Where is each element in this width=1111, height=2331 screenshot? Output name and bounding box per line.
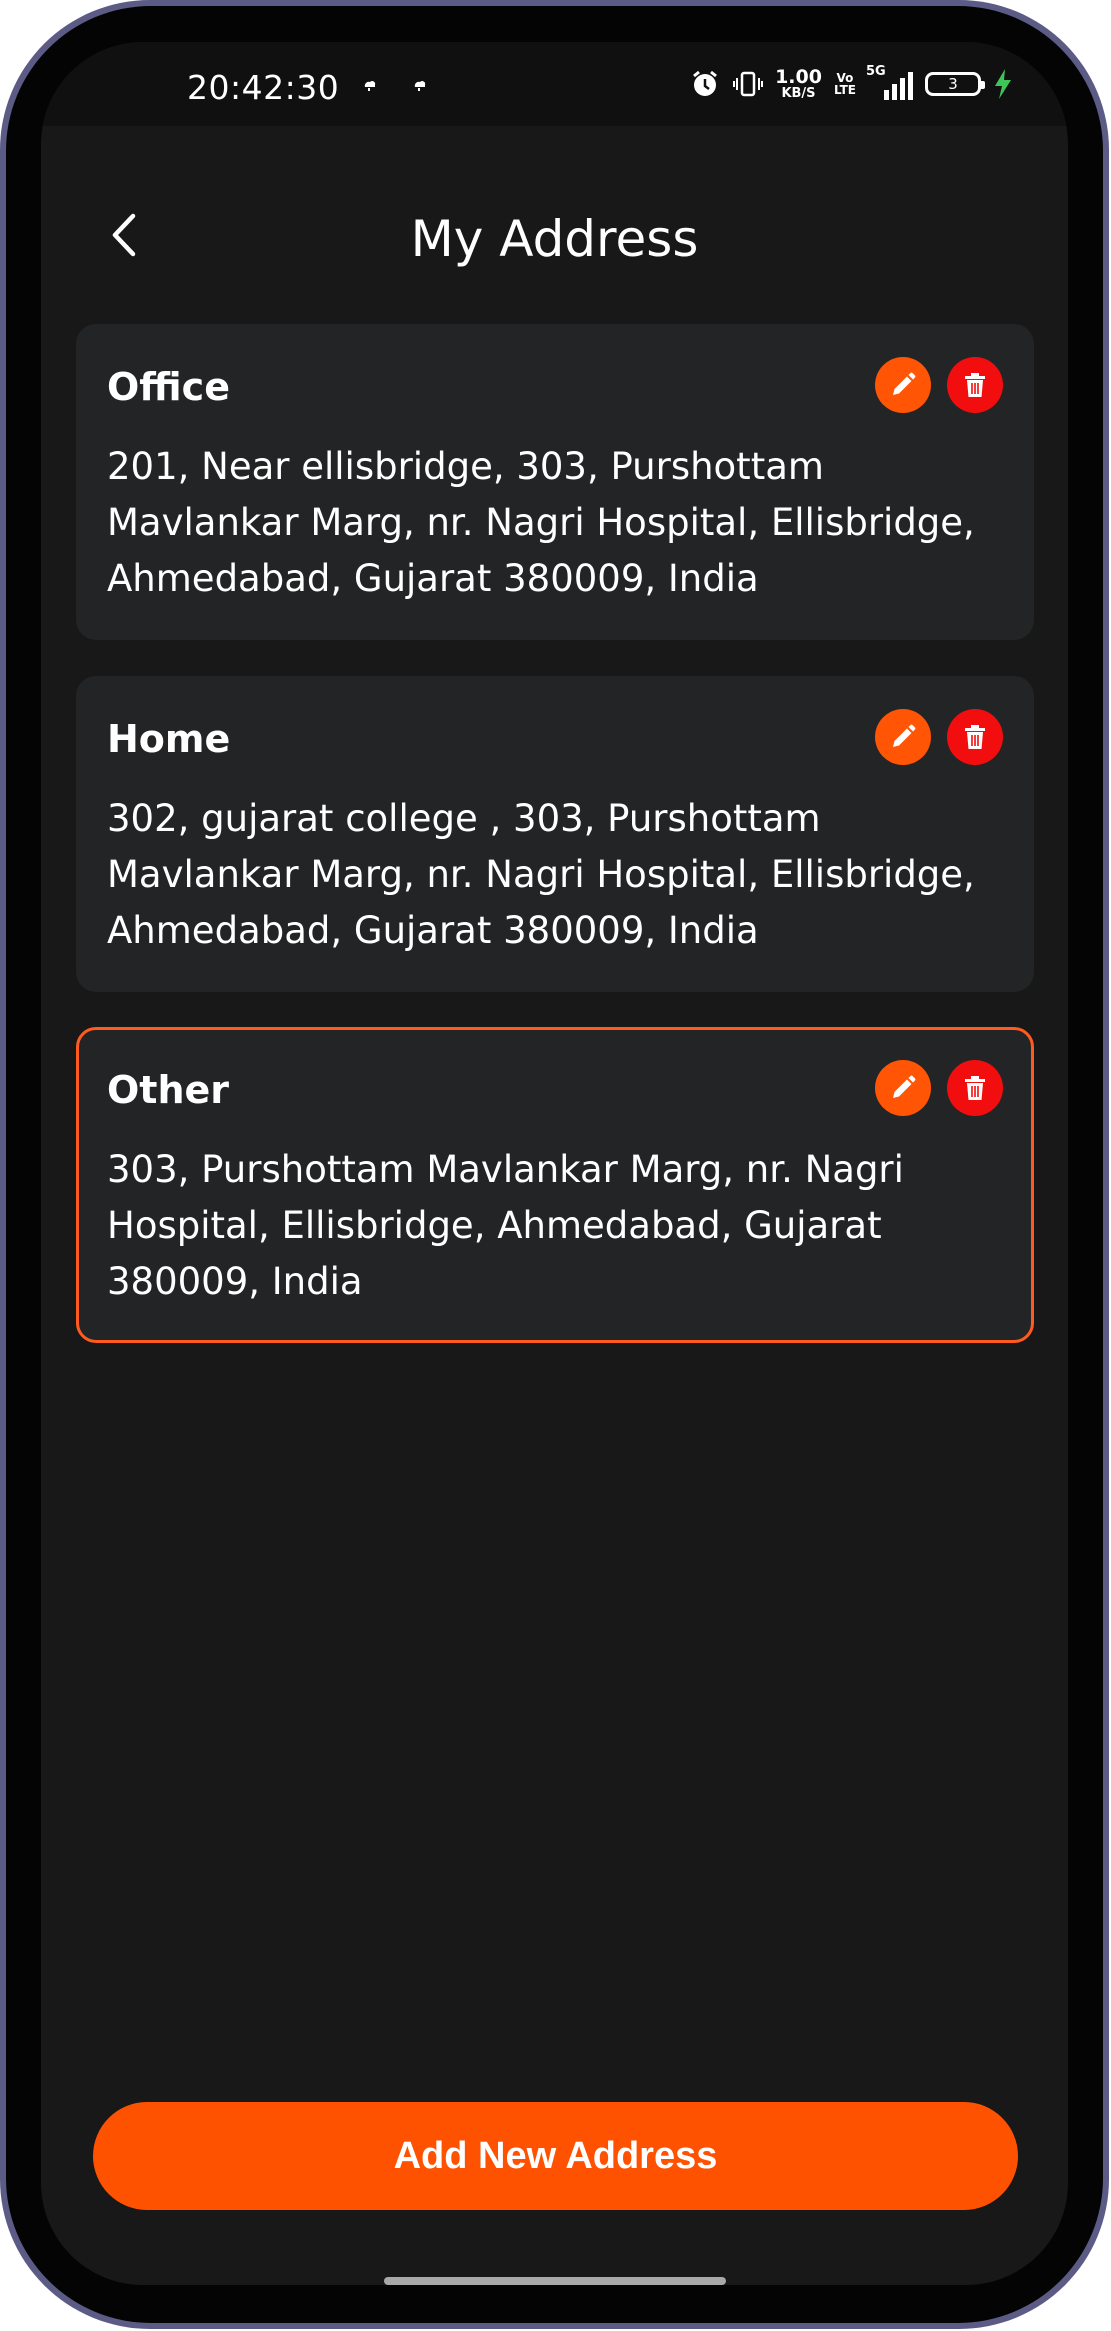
app-screen: 20:42:30 1.00 KB/S Vo LTE 5G 3 My Addres… (41, 42, 1068, 2285)
cloud-icon (364, 81, 376, 91)
add-new-address-button[interactable]: Add New Address (93, 2102, 1018, 2210)
address-card-other[interactable]: Other 303, Purshottam Mavlankar Marg, nr… (76, 1027, 1034, 1343)
trash-icon (965, 1076, 985, 1100)
volte-bottom: LTE (833, 83, 856, 97)
address-text: 302, gujarat college , 303, Purshottam M… (107, 797, 975, 952)
trash-icon (965, 725, 985, 749)
pencil-icon (893, 1075, 916, 1098)
page-title: My Address (410, 210, 699, 268)
status-icons: 1.00 KB/S Vo LTE 5G 3 (689, 64, 1013, 101)
vibrate-icon (733, 71, 764, 97)
address-text: 303, Purshottam Mavlankar Marg, nr. Nagr… (107, 1148, 904, 1303)
edit-button[interactable] (875, 1060, 931, 1116)
network-type: 5G (866, 64, 886, 79)
edit-button[interactable] (875, 357, 931, 413)
status-time: 20:42:30 (187, 68, 340, 107)
signal-icon: 5G (866, 64, 913, 100)
app-header: My Address (41, 192, 1068, 272)
address-label: Home (107, 717, 231, 761)
home-indicator[interactable] (384, 2277, 726, 2285)
battery-icon: 3 (925, 72, 985, 96)
delete-button[interactable] (947, 1060, 1003, 1116)
charging-bolt-icon (995, 69, 1011, 99)
network-speed-value: 1.00 (775, 66, 822, 88)
pencil-icon (893, 372, 916, 395)
address-text: 201, Near ellisbridge, 303, Purshottam M… (107, 445, 975, 600)
status-bar: 20:42:30 1.00 KB/S Vo LTE 5G 3 (41, 42, 1068, 126)
address-card-office[interactable]: Office 201, Near ellisbridge, 303, Pursh… (76, 324, 1034, 640)
address-label: Office (107, 365, 230, 409)
volte-indicator: Vo LTE (834, 72, 856, 96)
address-card-home[interactable]: Home 302, gujarat college , 303, Purshot… (76, 676, 1034, 992)
delete-button[interactable] (947, 709, 1003, 765)
edit-button[interactable] (875, 709, 931, 765)
address-label: Other (107, 1068, 230, 1112)
alarm-icon (693, 70, 717, 96)
trash-icon (965, 373, 985, 397)
battery-level: 3 (948, 75, 958, 93)
pencil-icon (893, 724, 916, 747)
network-speed: 1.00 KB/S (775, 66, 822, 101)
cloud-icon (414, 81, 426, 91)
network-speed-unit: KB/S (781, 86, 816, 101)
delete-button[interactable] (947, 357, 1003, 413)
